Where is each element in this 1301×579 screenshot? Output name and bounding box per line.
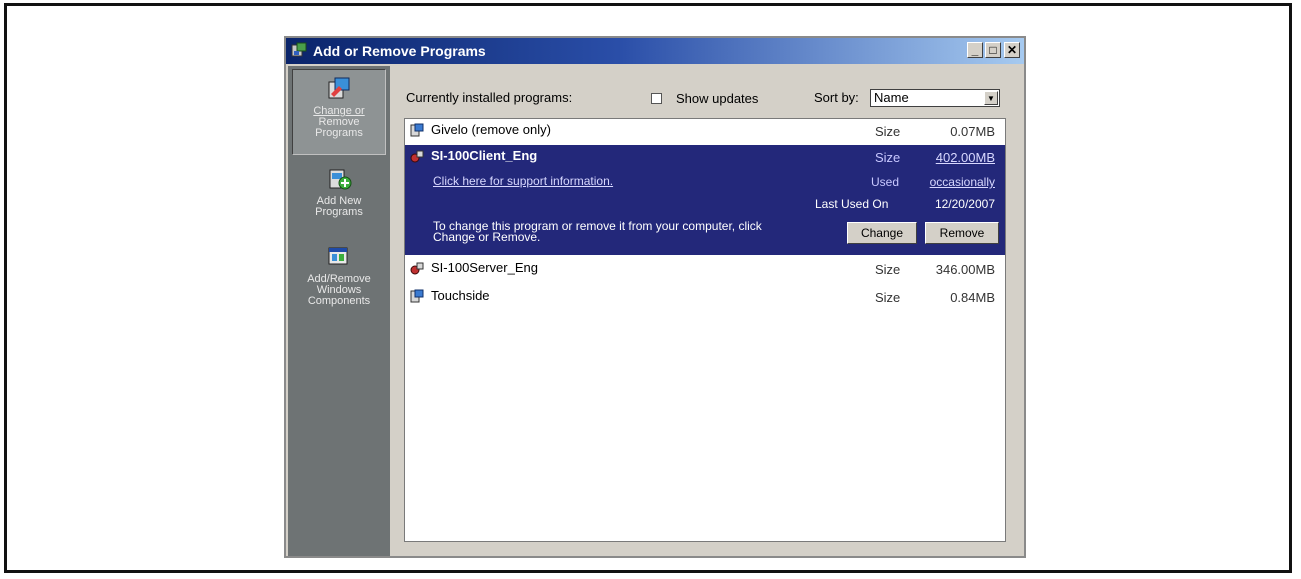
selected-program-row[interactable]: SI-100Client_Eng Size 402.00MB Click her… bbox=[405, 145, 1005, 255]
size-label: Size bbox=[875, 290, 901, 305]
add-remove-programs-window: Add or Remove Programs _ □ ✕ Change or R… bbox=[284, 36, 1026, 558]
description-line: Change or Remove. bbox=[433, 230, 541, 244]
used-label: Used bbox=[871, 175, 900, 189]
toolbar: Currently installed programs: Show updat… bbox=[406, 89, 1006, 110]
size-value: 0.07MB bbox=[950, 124, 995, 139]
sort-by-select[interactable]: Name ▼ bbox=[870, 89, 1000, 107]
title-bar[interactable]: Add or Remove Programs _ □ ✕ bbox=[286, 38, 1024, 64]
add-remove-programs-icon bbox=[291, 42, 307, 57]
support-info-link[interactable]: Click here for support information. bbox=[433, 174, 613, 188]
sidebar-item-windows-components[interactable]: Add/Remove Windows Components bbox=[292, 238, 386, 318]
size-label: Size bbox=[875, 124, 901, 139]
remove-button[interactable]: Remove bbox=[925, 222, 999, 244]
program-row[interactable]: Givelo (remove only) Size 0.07MB bbox=[405, 119, 1005, 145]
size-value[interactable]: 402.00MB bbox=[936, 150, 995, 165]
program-name: SI-100Server_Eng bbox=[431, 260, 538, 275]
installed-programs-label: Currently installed programs: bbox=[406, 90, 573, 105]
last-used-value: 12/20/2007 bbox=[934, 197, 995, 211]
app-icon bbox=[410, 262, 424, 275]
program-name: SI-100Client_Eng bbox=[431, 148, 538, 163]
last-used-label: Last Used On bbox=[815, 197, 889, 211]
change-button[interactable]: Change bbox=[847, 222, 917, 244]
program-row[interactable]: SI-100Server_Eng Size 346.00MB bbox=[405, 257, 1005, 283]
maximize-button[interactable]: □ bbox=[985, 42, 1001, 58]
add-programs-icon bbox=[329, 169, 352, 190]
chevron-down-icon[interactable]: ▼ bbox=[984, 91, 998, 105]
program-name: Touchside bbox=[431, 288, 490, 303]
window-title: Add or Remove Programs bbox=[313, 43, 486, 59]
sort-by-label: Sort by: bbox=[814, 90, 859, 105]
size-label: Size bbox=[875, 262, 901, 277]
installer-icon bbox=[410, 123, 424, 137]
size-value: 346.00MB bbox=[935, 262, 995, 277]
used-value[interactable]: occasionally bbox=[930, 175, 995, 189]
close-button[interactable]: ✕ bbox=[1004, 42, 1020, 58]
size-value: 0.84MB bbox=[950, 290, 995, 305]
windows-components-icon bbox=[328, 247, 348, 265]
sidebar-item-label: Components bbox=[307, 295, 371, 307]
sidebar-item-label: Programs bbox=[315, 206, 363, 218]
sidebar: Change or Remove Programs Add New Progra… bbox=[288, 66, 390, 556]
show-updates-checkbox[interactable] bbox=[651, 93, 662, 104]
sidebar-item-change-remove[interactable]: Change or Remove Programs bbox=[292, 69, 386, 155]
change-remove-icon bbox=[328, 77, 350, 99]
program-row[interactable]: Touchside Size 0.84MB bbox=[405, 285, 1005, 311]
minimize-button[interactable]: _ bbox=[967, 42, 983, 58]
sort-by-value: Name bbox=[874, 90, 909, 105]
program-name: Givelo (remove only) bbox=[431, 122, 551, 137]
app-icon bbox=[410, 150, 424, 163]
program-list[interactable]: Givelo (remove only) Size 0.07MB SI-100C… bbox=[404, 118, 1006, 542]
installer-icon bbox=[410, 289, 424, 303]
sidebar-item-add-new[interactable]: Add New Programs bbox=[292, 160, 386, 230]
change-remove-description: To change this program or remove it from… bbox=[433, 220, 843, 244]
show-updates-label[interactable]: Show updates bbox=[676, 91, 758, 106]
sidebar-item-label: Programs bbox=[315, 127, 363, 139]
size-label: Size bbox=[875, 150, 901, 165]
